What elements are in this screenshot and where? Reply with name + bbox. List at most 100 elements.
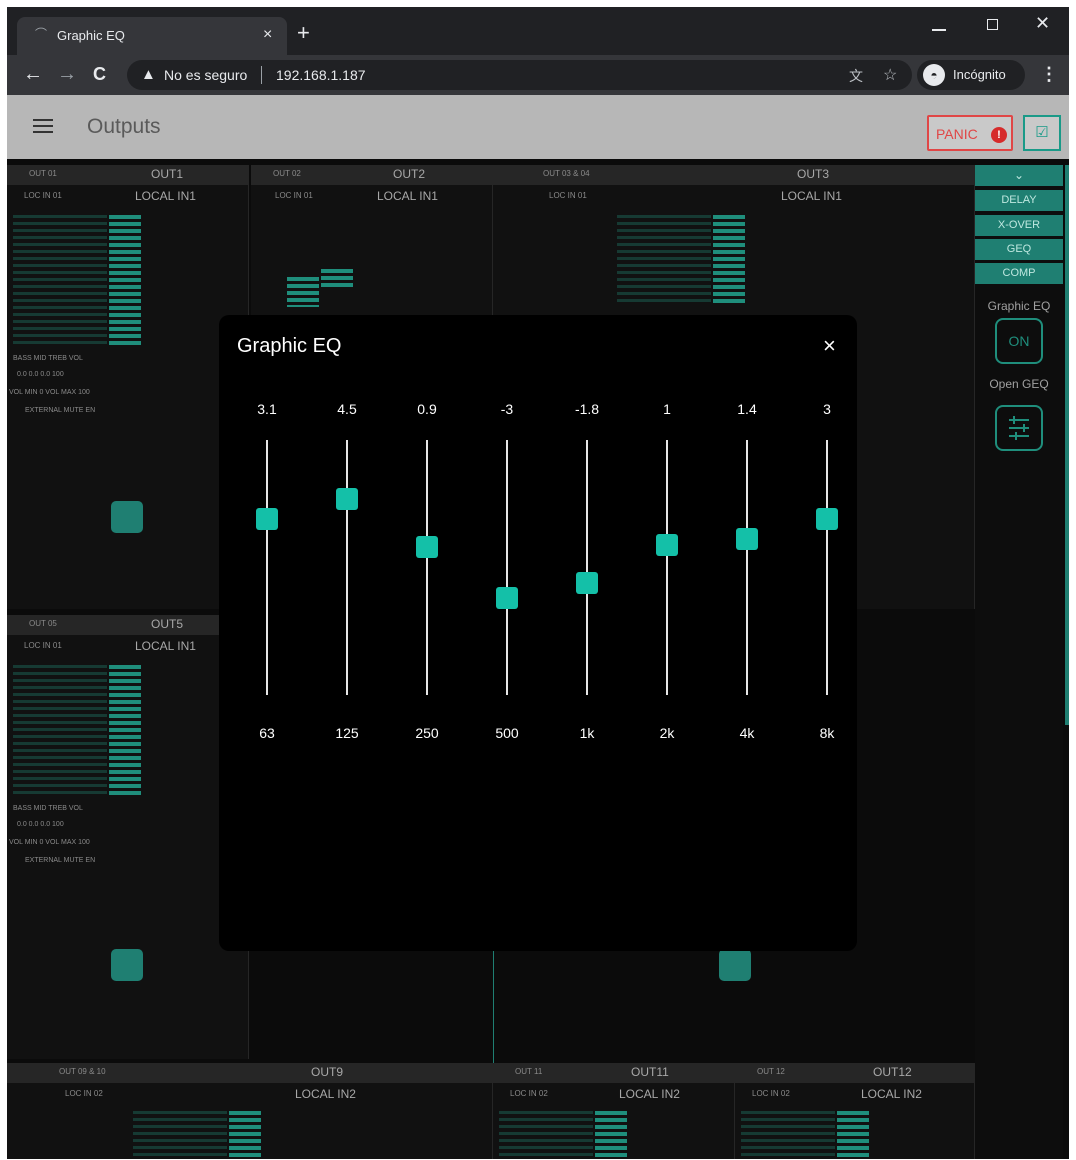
graphic-eq-toggle[interactable]: ON [995,318,1043,364]
incognito-indicator[interactable]: ◓ Incógnito [917,60,1025,90]
strip-source[interactable]: LOC IN 01 [24,641,62,650]
xover-button[interactable]: X-OVER [975,215,1063,236]
security-status[interactable]: No es seguro [164,67,247,83]
panic-button[interactable]: PANIC ! [927,115,1013,151]
open-geq-button[interactable] [995,405,1043,451]
strip-code: OUT 09 & 10 [59,1067,106,1076]
band-slider-track[interactable] [506,440,508,695]
hamburger-menu-icon[interactable] [33,119,53,133]
volume-fader[interactable] [111,949,143,981]
strip-name: OUT9 [311,1065,344,1079]
band-frequency: 4k [739,725,755,741]
vol-range[interactable]: VOL MIN 0 VOL MAX 100 [9,839,90,846]
incognito-icon: ◓ [923,64,945,86]
strip-input[interactable]: LOCAL IN1 [377,189,438,203]
strip-code: OUT 02 [273,169,301,178]
strip-source[interactable]: LOC IN 01 [24,191,62,200]
strip-source[interactable]: LOC IN 02 [510,1089,548,1098]
dialog-title: Graphic EQ [237,335,342,357]
new-tab-button[interactable]: + [297,22,310,44]
strip-input[interactable]: LOCAL IN2 [295,1087,356,1101]
browser-menu-icon[interactable]: ⋮ [1040,64,1058,85]
band-slider-thumb[interactable] [416,536,438,559]
vol-range[interactable]: VOL MIN 0 VOL MAX 100 [9,389,90,396]
forward-icon[interactable]: → [57,63,77,85]
level-meter [713,215,745,305]
band-frequency: 1k [579,725,595,741]
maximize-icon[interactable] [987,19,998,30]
strip-source[interactable]: LOC IN 02 [65,1089,103,1098]
strip-code: OUT 05 [29,619,57,628]
page-scrollbar[interactable] [1065,165,1069,725]
strip-source[interactable]: LOC IN 01 [549,191,587,200]
band-frequency: 8k [819,725,835,741]
incognito-label: Incógnito [953,67,1006,82]
band-slider-thumb[interactable] [656,533,678,556]
band-gain-value: 1.4 [737,401,757,417]
band-frequency: 2k [659,725,675,741]
eq-band: 0.9 250 [397,395,457,755]
band-gain-value: 3 [823,401,831,417]
volume-fader[interactable] [719,949,751,981]
band-gain-value: 4.5 [337,401,357,417]
band-slider-thumb[interactable] [496,587,518,610]
strip-input[interactable]: LOCAL IN1 [135,189,196,203]
band-slider-thumb[interactable] [336,487,358,510]
level-meter [229,1111,261,1159]
browser-tab[interactable]: ⌒ Graphic EQ × [17,17,287,55]
external-mute[interactable]: EXTERNAL MUTE EN [25,857,95,864]
sliders-icon [1009,416,1029,440]
band-slider-track[interactable] [666,440,668,695]
browser-toolbar: ← → C ▲ No es seguro 192.168.1.187 文 ☆ ◓… [7,55,1069,95]
band-slider-track[interactable] [346,440,348,695]
band-slider-track[interactable] [826,440,828,695]
geq-button[interactable]: GEQ [975,239,1063,260]
strip-input[interactable]: LOCAL IN1 [781,189,842,203]
close-icon[interactable]: × [823,334,836,358]
band-slider-track[interactable] [266,440,268,695]
strip-source[interactable]: LOC IN 02 [752,1089,790,1098]
graphic-eq-dialog: Graphic EQ × 3.1 63 4.5 125 0.9 250 -3 500 -1.8 1… [219,315,857,951]
output-strip: OUT 01 OUT1 LOC IN 01 LOCAL IN1 BASS MID… [7,165,249,609]
strip-header: OUT 09 & 10 OUT9 [7,1063,492,1083]
collapse-button[interactable]: ⌄ [975,165,1063,186]
confirm-button[interactable]: ☑ [1023,115,1061,151]
tone-values[interactable]: 0.0 0.0 0.0 100 [17,371,64,378]
band-slider-track[interactable] [746,440,748,695]
strip-source[interactable]: LOC IN 01 [275,191,313,200]
warning-icon[interactable]: ▲ [141,66,156,83]
tab-close-icon[interactable]: × [263,25,272,45]
tone-values[interactable]: 0.0 0.0 0.0 100 [17,821,64,828]
band-slider-thumb[interactable] [576,571,598,594]
comp-button[interactable]: COMP [975,263,1063,284]
level-meter [595,1111,627,1159]
back-icon[interactable]: ← [23,63,43,85]
panic-label: PANIC [936,126,978,142]
band-slider-thumb[interactable] [816,508,838,531]
url-text[interactable]: 192.168.1.187 [276,67,366,83]
external-mute[interactable]: EXTERNAL MUTE EN [25,407,95,414]
level-meter [617,215,711,305]
delay-button[interactable]: DELAY [975,190,1063,211]
band-slider-thumb[interactable] [256,508,278,531]
url-divider [261,66,262,84]
strip-input[interactable]: LOCAL IN2 [861,1087,922,1101]
strip-code: OUT 03 & 04 [543,169,590,178]
band-slider-track[interactable] [586,440,588,695]
strip-input[interactable]: LOCAL IN2 [619,1087,680,1101]
strip-input[interactable]: LOCAL IN1 [135,639,196,653]
window-close-icon[interactable]: ✕ [1035,13,1050,34]
minimize-icon[interactable] [932,29,946,31]
band-slider-track[interactable] [426,440,428,695]
strip-header: OUT 02 OUT2 [251,165,492,185]
strip-name: OUT3 [797,167,830,181]
translate-icon[interactable]: 文 [849,66,863,86]
address-bar[interactable]: ▲ No es seguro 192.168.1.187 文 ☆ [127,60,912,90]
band-gain-value: -1.8 [574,401,600,417]
volume-fader[interactable] [111,501,143,533]
band-gain-value: 3.1 [257,401,277,417]
band-slider-thumb[interactable] [736,528,758,551]
strip-name: OUT1 [151,167,184,181]
bookmark-star-icon[interactable]: ☆ [883,65,897,85]
reload-icon[interactable]: C [93,63,106,85]
